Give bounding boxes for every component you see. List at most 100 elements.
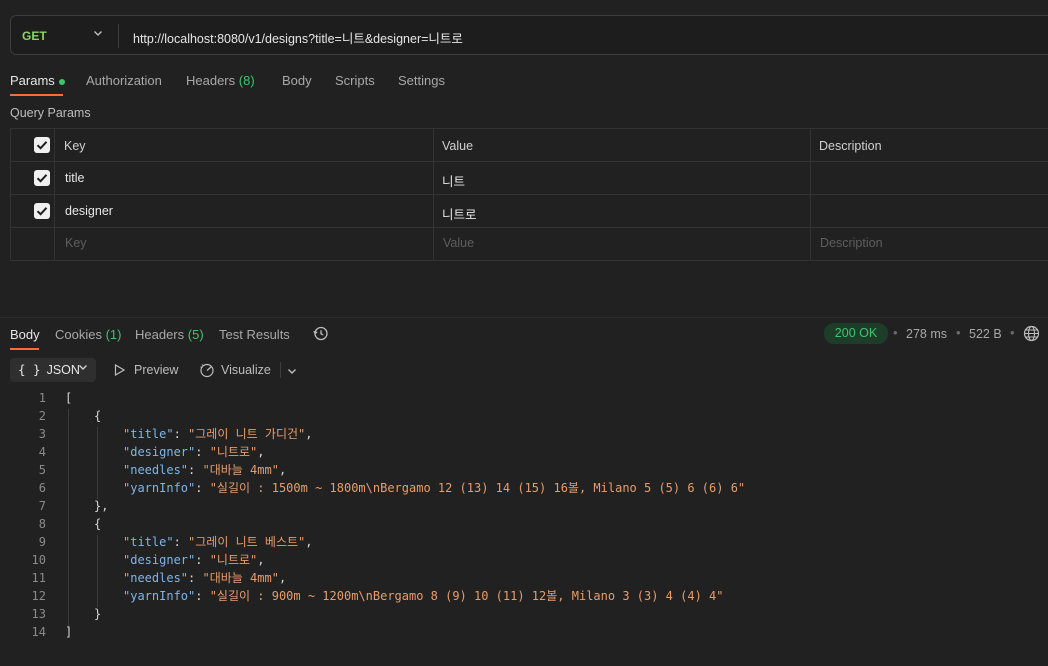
json-value: "니트로" (209, 553, 258, 567)
code-line: "designer": "니트로", (123, 445, 265, 459)
code-line: "designer": "니트로", (123, 553, 265, 567)
tab-label: Cookies (55, 327, 102, 342)
tab-test-results[interactable]: Test Results (219, 327, 290, 342)
format-label: { } JSON (18, 362, 80, 377)
response-body-code: [ { "title": "그레이 니트 가디건", "designer": "… (65, 389, 745, 641)
separator: • (1010, 325, 1015, 340)
json-value: "실길이 : 900m ~ 1200m\nBergamo 8 (9) 10 (1… (209, 589, 724, 603)
code-line: "yarnInfo": "실길이 : 1500m ~ 1800m\nBergam… (123, 481, 746, 495)
line-number: 10 (31, 553, 46, 567)
chevron-down-icon[interactable] (287, 364, 297, 379)
line-number: 5 (38, 463, 46, 477)
preview-button[interactable]: Preview (134, 363, 178, 377)
tab-body[interactable]: Body (282, 73, 312, 88)
history-icon[interactable] (312, 325, 329, 345)
divider (0, 317, 1048, 318)
json-value: "니트로" (209, 445, 258, 459)
code-line: "needles": "대바늘 4mm", (123, 571, 287, 585)
divider (10, 194, 1048, 195)
line-number: 2 (38, 409, 46, 423)
param-value[interactable]: 니트 (442, 171, 465, 190)
tab-params[interactable]: Params (10, 73, 65, 88)
play-icon (114, 363, 126, 379)
tab-settings[interactable]: Settings (398, 73, 445, 88)
line-number: 14 (31, 625, 46, 639)
line-number: 13 (31, 607, 46, 621)
select-all-checkbox[interactable] (34, 137, 50, 153)
new-value-input[interactable]: Value (443, 236, 474, 250)
code-line: } (94, 607, 102, 621)
param-checkbox[interactable] (34, 170, 50, 186)
line-number: 3 (38, 427, 46, 441)
json-key: "title" (123, 427, 174, 441)
tab-label: Params (10, 73, 55, 88)
separator: • (893, 325, 898, 340)
code-line: { (94, 409, 102, 423)
json-value: "대바늘 4mm" (202, 571, 279, 585)
response-size: 522 B (969, 327, 1002, 341)
line-number: 8 (38, 517, 46, 531)
divider (280, 362, 281, 378)
globe-icon[interactable] (1023, 325, 1040, 345)
param-key[interactable]: designer (65, 204, 113, 218)
json-key: "title" (123, 535, 174, 549)
code-line: "title": "그레이 니트 베스트", (123, 535, 313, 549)
json-value: "그레이 니트 베스트" (188, 535, 306, 549)
tab-cookies[interactable]: Cookies (1) (55, 327, 121, 342)
line-number: 1 (38, 391, 46, 405)
active-dot-icon (58, 78, 65, 85)
response-time: 278 ms (906, 327, 947, 341)
braces-icon: { } (18, 362, 41, 377)
headers-count: (5) (187, 327, 204, 342)
format-value: JSON (46, 363, 80, 377)
headers-count: (8) (238, 73, 255, 88)
new-key-input[interactable]: Key (65, 236, 87, 250)
json-key: "needles" (123, 463, 189, 477)
column-header-value: Value (442, 139, 474, 153)
method-select[interactable]: GET (22, 29, 47, 43)
json-key: "needles" (123, 571, 189, 585)
visualize-button[interactable]: Visualize (221, 363, 271, 377)
divider (433, 128, 434, 261)
new-description-input[interactable]: Description (820, 236, 883, 250)
line-number: 11 (31, 571, 46, 585)
divider (54, 128, 55, 261)
divider (810, 128, 811, 261)
divider (10, 161, 1048, 162)
chevron-down-icon[interactable] (93, 27, 103, 41)
json-value: "실길이 : 1500m ~ 1800m\nBergamo 12 (13) 14… (209, 481, 746, 495)
active-tab-indicator (10, 348, 39, 350)
json-key: "yarnInfo" (123, 589, 196, 603)
json-key: "yarnInfo" (123, 481, 196, 495)
code-line: { (94, 517, 102, 531)
line-numbers: 1 2 3 4 5 6 7 8 9 10 11 12 13 14 (10, 389, 46, 641)
code-line: "yarnInfo": "실길이 : 900m ~ 1200m\nBergamo… (123, 589, 724, 603)
tab-headers[interactable]: Headers (8) (186, 73, 255, 88)
line-number: 7 (38, 499, 46, 513)
json-key: "designer" (123, 445, 196, 459)
url-input[interactable]: http://localhost:8080/v1/designs?title=니… (133, 28, 463, 47)
code-line: "title": "그레이 니트 가디건", (123, 427, 313, 441)
tab-response-headers[interactable]: Headers (5) (135, 327, 204, 342)
code-line: [ (65, 391, 73, 405)
param-checkbox[interactable] (34, 203, 50, 219)
section-title: Query Params (10, 106, 91, 120)
active-tab-indicator (10, 94, 63, 96)
column-header-key: Key (64, 139, 86, 153)
chevron-down-icon[interactable] (78, 362, 88, 375)
tab-label: Headers (135, 327, 185, 342)
tab-authorization[interactable]: Authorization (86, 73, 162, 88)
tab-label: Headers (186, 73, 236, 88)
tab-response-body[interactable]: Body (10, 327, 40, 342)
code-line: }, (94, 499, 109, 513)
param-key[interactable]: title (65, 171, 84, 185)
separator: • (956, 325, 961, 340)
column-header-description: Description (819, 139, 882, 153)
param-value[interactable]: 니트로 (442, 204, 477, 223)
divider (10, 227, 1048, 228)
visualize-icon (199, 362, 215, 381)
tab-scripts[interactable]: Scripts (335, 73, 375, 88)
line-number: 6 (38, 481, 46, 495)
json-value: "그레이 니트 가디건" (188, 427, 306, 441)
cookies-count: (1) (105, 327, 122, 342)
